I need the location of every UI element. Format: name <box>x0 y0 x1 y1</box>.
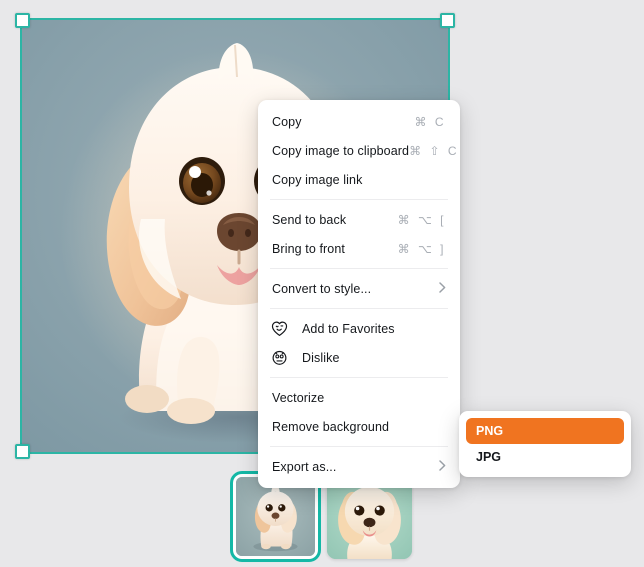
thumbnail-puppy-full-body <box>235 477 315 556</box>
resize-handle-top-left[interactable] <box>15 13 30 28</box>
menu-item-label: Copy image to clipboard <box>272 143 410 158</box>
menu-item-label: Add to Favorites <box>302 321 395 336</box>
submenu-item-jpg[interactable]: JPG <box>466 444 624 470</box>
menu-item-shortcut: ⌘ ⌥ [ <box>397 212 446 227</box>
menu-item-add-to-favorites[interactable]: Add to Favorites <box>258 314 460 343</box>
menu-item-shortcut: ⌘ ⇧ C <box>409 143 459 158</box>
menu-item-label: Copy <box>272 114 302 129</box>
menu-item-send-to-back[interactable]: Send to back ⌘ ⌥ [ <box>258 205 460 234</box>
menu-item-label: Remove background <box>272 419 390 434</box>
menu-separator <box>270 268 448 269</box>
resize-handle-bottom-left[interactable] <box>15 444 30 459</box>
menu-item-label: Export as... <box>272 459 337 474</box>
submenu-item-label: JPG <box>476 450 502 464</box>
menu-item-dislike[interactable]: Dislike <box>258 343 460 372</box>
chevron-right-icon <box>439 460 446 473</box>
context-menu[interactable]: Copy ⌘ C Copy image to clipboard ⌘ ⇧ C C… <box>258 100 460 488</box>
menu-item-shortcut: ⌘ ⌥ ] <box>397 241 446 256</box>
menu-item-label: Send to back <box>272 212 347 227</box>
menu-item-label: Bring to front <box>272 241 345 256</box>
menu-separator <box>270 308 448 309</box>
menu-separator <box>270 199 448 200</box>
menu-item-convert-to-style[interactable]: Convert to style... <box>258 274 460 303</box>
export-format-submenu[interactable]: PNG JPG <box>459 411 631 477</box>
thumbnail-image <box>235 477 315 556</box>
menu-item-remove-background[interactable]: Remove background <box>258 412 460 441</box>
menu-item-label: Copy image link <box>272 172 363 187</box>
menu-separator <box>270 377 448 378</box>
menu-item-label: Dislike <box>302 350 340 365</box>
menu-item-label: Vectorize <box>272 390 325 405</box>
selection-border-left <box>20 19 22 453</box>
resize-handle-top-right[interactable] <box>440 13 455 28</box>
menu-separator <box>270 446 448 447</box>
menu-item-copy[interactable]: Copy ⌘ C <box>258 107 460 136</box>
menu-item-export-as[interactable]: Export as... <box>258 452 460 481</box>
menu-item-vectorize[interactable]: Vectorize <box>258 383 460 412</box>
menu-item-bring-to-front[interactable]: Bring to front ⌘ ⌥ ] <box>258 234 460 263</box>
selection-border-top <box>21 18 449 20</box>
menu-item-label: Convert to style... <box>272 281 372 296</box>
sad-face-icon <box>270 348 289 367</box>
chevron-right-icon <box>439 282 446 295</box>
menu-item-copy-image-link[interactable]: Copy image link <box>258 165 460 194</box>
heart-smiley-icon <box>270 319 289 338</box>
menu-item-shortcut: ⌘ C <box>414 114 446 129</box>
submenu-item-png[interactable]: PNG <box>466 418 624 444</box>
submenu-item-label: PNG <box>476 424 504 438</box>
menu-item-copy-image-to-clipboard[interactable]: Copy image to clipboard ⌘ ⇧ C <box>258 136 460 165</box>
